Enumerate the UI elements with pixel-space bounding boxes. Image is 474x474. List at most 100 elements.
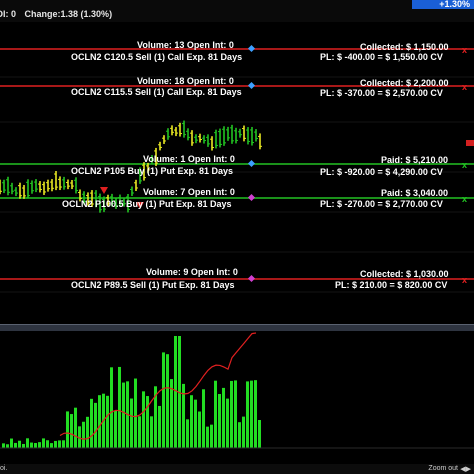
volume-bar <box>166 354 169 448</box>
volume-bar <box>54 440 57 448</box>
change-label: Change:1.38 (1.30%) <box>24 9 113 19</box>
volume-bar <box>162 352 165 448</box>
option-3-contract[interactable]: OCLN2 P100.5 Buy (1) Put Exp. 81 Days <box>62 199 232 209</box>
volume-bar <box>98 395 101 448</box>
volume-bar <box>242 416 245 448</box>
option-0-collected: Collected: $ 1,150.00 <box>360 42 449 52</box>
volume-bar <box>2 443 5 448</box>
footer-left-label: oi. <box>0 465 8 472</box>
option-diamond-4 <box>247 274 256 283</box>
option-0-volume: Volume: 13 Open Int: 0 <box>137 40 234 50</box>
option-diamond-3 <box>247 193 256 202</box>
option-2-pl: PL: $ -920.00 = $ 4,290.00 CV <box>320 167 443 177</box>
volume-bar <box>226 398 229 448</box>
percent-change-badge: +1.30% <box>412 0 474 9</box>
volume-bar <box>106 395 109 448</box>
volume-bar <box>26 438 29 448</box>
volume-bar <box>146 396 149 448</box>
volume-bar <box>250 380 253 448</box>
option-0-pl: PL: $ -400.00 = $ 1,550.00 CV <box>320 52 443 62</box>
volume-bar <box>94 402 97 448</box>
volume-chart-canvas[interactable] <box>0 331 474 464</box>
volume-bar <box>198 411 201 448</box>
top-stats-bar: OI: 0 Change:1.38 (1.30%) +1.30% <box>0 0 474 23</box>
volume-bar <box>86 416 89 448</box>
volume-bar <box>222 387 225 448</box>
option-edge-marker-2: x <box>462 160 467 170</box>
volume-bar <box>14 442 17 448</box>
volume-bar <box>238 422 241 448</box>
volume-bar <box>38 442 41 448</box>
volume-bar <box>214 380 217 448</box>
option-diamond-1 <box>247 81 256 90</box>
volume-bar <box>46 440 49 448</box>
volume-bar <box>142 391 145 448</box>
option-3-volume: Volume: 7 Open Int: 0 <box>143 187 235 197</box>
option-0-contract[interactable]: OCLN2 C120.5 Sell (1) Call Exp. 81 Days <box>71 52 242 62</box>
option-1-pl: PL: $ -370.00 = $ 2,570.00 CV <box>320 88 443 98</box>
volume-bar <box>190 395 193 448</box>
volume-bar <box>174 336 177 448</box>
volume-bar <box>118 366 121 448</box>
volume-bar <box>42 438 45 448</box>
volume-bar <box>246 381 249 448</box>
option-edge-marker-4: x <box>462 275 467 285</box>
option-diamond-0 <box>247 44 256 53</box>
volume-bar <box>218 394 221 448</box>
volume-panel[interactable] <box>0 331 474 464</box>
volume-bar <box>74 407 77 448</box>
sell-arrow-icon <box>100 187 108 194</box>
volume-bar <box>90 398 93 448</box>
volume-bar <box>34 442 37 448</box>
option-diamond-2 <box>247 159 256 168</box>
volume-bar <box>58 440 61 448</box>
option-edge-marker-1: x <box>462 82 467 92</box>
option-4-pl: PL: $ 210.00 = $ 820.00 CV <box>335 280 448 290</box>
volume-bar <box>62 440 65 448</box>
option-1-collected: Collected: $ 2,200.00 <box>360 78 449 88</box>
scroll-arrows-icon[interactable]: ◀▶ <box>460 465 471 473</box>
volume-bar <box>18 440 21 448</box>
volume-bar <box>10 438 13 448</box>
option-1-volume: Volume: 18 Open Int: 0 <box>137 76 234 86</box>
volume-bar <box>206 426 209 448</box>
option-4-collected: Collected: $ 1,030.00 <box>360 269 449 279</box>
volume-bar <box>30 442 33 448</box>
volume-bar <box>50 443 53 448</box>
option-edge-marker-0: x <box>462 45 467 55</box>
volume-bar <box>258 419 261 448</box>
volume-bar <box>134 378 137 448</box>
volume-bar <box>186 419 189 448</box>
option-2-paid: Paid: $ 5,210.00 <box>381 155 449 165</box>
volume-bar <box>66 411 69 448</box>
volume-bar <box>150 416 153 448</box>
option-2-volume: Volume: 1 Open Int: 0 <box>143 154 235 164</box>
option-2-contract[interactable]: OCLN2 P105 Buy (1) Put Exp. 81 Days <box>71 166 233 176</box>
option-4-contract[interactable]: OCLN2 P89.5 Sell (1) Put Exp. 81 Days <box>71 280 235 290</box>
option-1-contract[interactable]: OCLN2 C115.5 Sell (1) Call Exp. 81 Days <box>71 87 242 97</box>
volume-bar <box>138 416 141 448</box>
volume-bar <box>230 380 233 448</box>
option-3-paid: Paid: $ 3,040.00 <box>381 188 449 198</box>
volume-bar <box>6 444 9 448</box>
bottom-toolbar: oi. Zoom out ◀▶ <box>0 464 474 474</box>
volume-bar <box>70 414 73 448</box>
open-interest-label: OI: 0 <box>0 9 17 19</box>
price-marker <box>466 140 474 146</box>
volume-bar <box>110 367 113 448</box>
volume-bar <box>82 421 85 448</box>
volume-bar <box>202 389 205 448</box>
volume-bar <box>122 382 125 448</box>
volume-bar <box>130 398 133 448</box>
option-4-volume: Volume: 9 Open Int: 0 <box>146 267 238 277</box>
option-edge-marker-3: x <box>462 194 467 204</box>
volume-bar <box>194 399 197 448</box>
volume-bar <box>22 443 25 448</box>
volume-bar <box>210 424 213 448</box>
volume-bar <box>114 410 117 448</box>
volume-bar <box>158 405 161 448</box>
option-3-pl: PL: $ -270.00 = $ 2,770.00 CV <box>320 199 443 209</box>
volume-bar <box>234 380 237 448</box>
zoom-out-button[interactable]: Zoom out <box>428 465 458 472</box>
volume-bar <box>254 380 257 448</box>
